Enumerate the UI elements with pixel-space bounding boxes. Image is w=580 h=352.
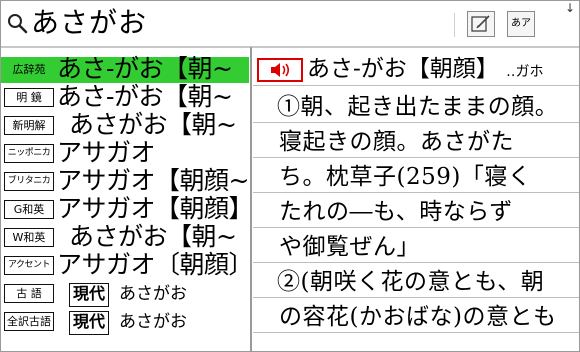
pen-edit-icon <box>471 15 490 32</box>
dictionary-tag: ニッポニカ <box>4 144 54 163</box>
entry-text: アサガオ〔朝顔〕 <box>57 250 254 279</box>
article-line: の容花(かおばな)の意とも <box>279 304 557 330</box>
list-item[interactable]: 古 語 現代 あさがお <box>1 281 249 307</box>
search-bar: あさがお あア ↓ <box>1 1 579 48</box>
list-item[interactable]: 明 鏡 あさ‐がお【朝~ <box>1 82 249 111</box>
search-input[interactable]: あさがお <box>31 4 451 42</box>
article-line: ち。枕草子(259)「寝く <box>279 164 532 190</box>
dictionary-tag: 明 鏡 <box>4 88 54 107</box>
dictionary-window: あさがお あア ↓ 広辞苑 あさ‐がお【朝~ 明 鏡 あさ‐がお【朝~ 新明解 … <box>0 0 580 352</box>
entry-reading: あさがお <box>119 312 187 332</box>
modern-badge: 現代 <box>69 311 110 335</box>
list-item[interactable]: G和英 アサガオ【朝顔】 <box>1 194 254 223</box>
arrow-down-icon[interactable]: ↓ <box>565 2 575 14</box>
headword-suffix: ‥ガホ <box>506 64 544 80</box>
dictionary-result-list: 広辞苑 あさ‐がお【朝~ 明 鏡 あさ‐がお【朝~ 新明解 あさがお【朝~ ニッ… <box>1 54 254 351</box>
dictionary-tag: W和英 <box>4 228 54 247</box>
article-line: ①朝、起き出たままの顔。 <box>277 94 559 120</box>
handwriting-button[interactable] <box>467 11 495 37</box>
list-item[interactable]: アクセント アサガオ〔朝顔〕 <box>1 250 254 279</box>
article-line: や御覧ぜん」 <box>279 234 420 260</box>
kana-toggle-button[interactable]: あア <box>507 11 535 37</box>
article-line: ②(朝咲く花の意とも、朝 <box>277 269 545 295</box>
article-line: たれの―も、時ならず <box>279 199 513 225</box>
list-item[interactable]: 広辞苑 あさ‐がお【朝~ <box>1 54 249 83</box>
article-header: あさ‐がお【朝顔】 ‥ガホ <box>253 55 579 86</box>
speaker-icon[interactable] <box>257 58 303 82</box>
modern-badge: 現代 <box>69 283 110 307</box>
toolbar-divider <box>454 13 455 37</box>
dictionary-tag: 新明解 <box>4 116 54 135</box>
list-item[interactable]: W和英 あさがお【朝~ <box>1 222 249 251</box>
dictionary-tag: G和英 <box>4 200 54 219</box>
pane-divider[interactable] <box>250 47 252 351</box>
article-line: 寝起きの顔。あさがた <box>279 129 514 155</box>
dictionary-tag: アクセント <box>4 256 54 275</box>
article-pane: あさ‐がお【朝顔】 ‥ガホ ①朝、起き出たままの顔。 寝起きの顔。あさがた ち。… <box>253 47 579 351</box>
list-item[interactable]: ブリタニカ アサガオ【朝顔~ <box>1 166 249 195</box>
list-item[interactable]: ニッポニカ アサガオ <box>1 138 249 167</box>
article-headword: あさ‐がお【朝顔】 ‥ガホ <box>307 54 543 87</box>
list-item[interactable]: 新明解 あさがお【朝~ <box>1 110 249 139</box>
dictionary-tag: 古 語 <box>4 284 54 303</box>
dictionary-tag: 全訳古語 <box>4 312 54 331</box>
dictionary-tag: ブリタニカ <box>4 172 54 191</box>
headword-text: あさ‐がお【朝顔】 <box>307 56 499 82</box>
entry-reading: あさがお <box>119 284 187 304</box>
list-item[interactable]: 全訳古語 現代 あさがお <box>1 309 249 335</box>
search-icon[interactable] <box>6 12 28 34</box>
dictionary-tag: 広辞苑 <box>4 60 54 79</box>
